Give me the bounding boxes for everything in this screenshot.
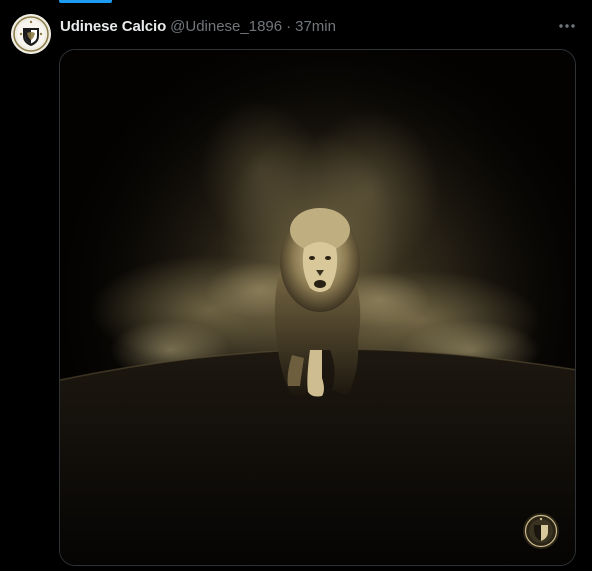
post-page: Udinese Calcio @Udinese_1896 · 37min (0, 0, 592, 571)
post-media-image[interactable] (59, 49, 576, 566)
more-options-icon (559, 24, 575, 28)
author-avatar[interactable] (11, 14, 51, 54)
udinese-crest-icon (11, 14, 51, 54)
more-options-button[interactable] (552, 14, 582, 38)
author-handle[interactable]: @Udinese_1896 (170, 18, 282, 35)
post-timestamp[interactable]: 37min (295, 18, 336, 35)
lion-artwork (60, 50, 575, 565)
active-tab-indicator (59, 0, 112, 3)
author-name[interactable]: Udinese Calcio (60, 18, 166, 35)
udinese-crest-icon (523, 513, 559, 549)
post-header: Udinese Calcio @Udinese_1896 · 37min (60, 16, 336, 36)
meta-separator: · (286, 17, 292, 35)
